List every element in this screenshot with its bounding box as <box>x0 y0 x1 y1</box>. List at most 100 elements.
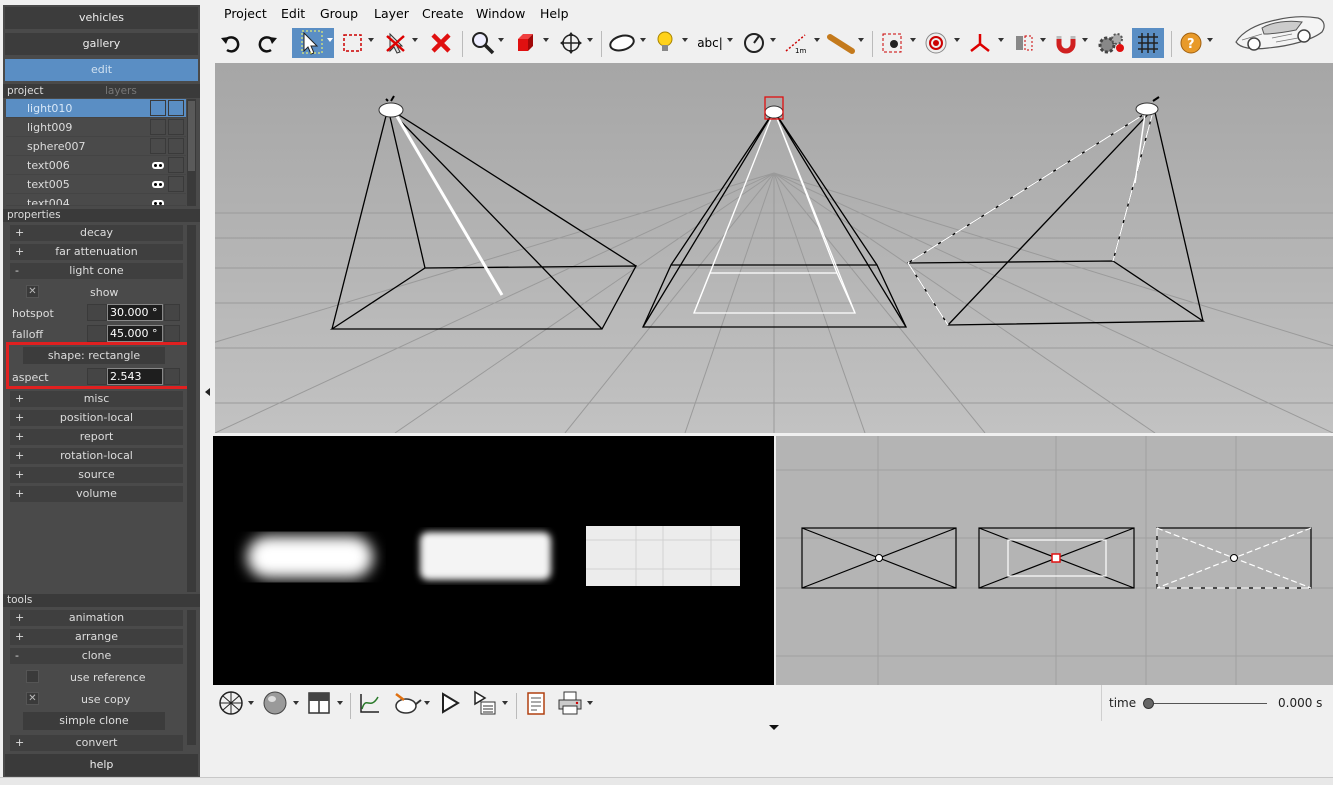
play-icon[interactable] <box>437 688 463 718</box>
tools-header: tools <box>3 594 200 607</box>
section-position-local[interactable]: + position-local <box>10 410 183 426</box>
hotspot-spinner[interactable] <box>164 304 180 321</box>
grid-icon[interactable] <box>1132 28 1164 58</box>
shaded-sphere-icon[interactable] <box>261 688 289 718</box>
use-copy-checkbox[interactable]: ✕ <box>26 692 39 705</box>
ellipse-icon[interactable] <box>608 28 638 58</box>
section-clone[interactable]: - clone <box>10 648 183 664</box>
render-preview[interactable] <box>213 436 774 685</box>
falloff-field[interactable]: 45.000 ° <box>107 325 163 342</box>
section-report[interactable]: + report <box>10 429 183 445</box>
highlight-box <box>6 342 192 389</box>
measure-icon[interactable]: 1m <box>783 28 811 58</box>
section-light-cone[interactable]: - light cone <box>10 263 183 279</box>
cube-icon[interactable] <box>513 28 539 58</box>
move-icon[interactable] <box>558 28 584 58</box>
mirror-icon[interactable] <box>1011 28 1037 58</box>
delete-icon[interactable] <box>428 28 454 58</box>
show-checkbox[interactable]: ✕ <box>26 285 39 298</box>
object-list-scrollbar[interactable] <box>187 99 196 206</box>
text-tool-icon[interactable]: abc| <box>694 28 726 58</box>
properties-scrollbar[interactable] <box>187 225 196 592</box>
expand-panel-arrow[interactable] <box>769 725 779 730</box>
status-strip <box>0 777 1333 785</box>
falloff-spinner[interactable] <box>164 325 180 342</box>
object-row-light010[interactable]: light010 <box>6 99 186 118</box>
select-tool-icon[interactable] <box>292 28 334 58</box>
project-tabs: project layers <box>3 84 200 98</box>
bottom-toolbar: time 0.000 s <box>213 685 1333 730</box>
section-convert[interactable]: + convert <box>10 735 183 751</box>
print-icon[interactable] <box>556 688 584 718</box>
axis-icon[interactable] <box>967 28 993 58</box>
section-volume[interactable]: + volume <box>10 486 183 502</box>
settings-gears-icon[interactable] <box>1096 28 1126 58</box>
camera-icon[interactable] <box>880 28 906 58</box>
redo-icon[interactable] <box>254 28 280 58</box>
wireframe-sphere-icon[interactable] <box>217 688 245 718</box>
time-slider-handle[interactable] <box>1143 698 1154 709</box>
deselect-icon[interactable] <box>384 28 408 58</box>
object-name: text004 <box>27 197 70 206</box>
section-rotation-local[interactable]: + rotation-local <box>10 448 183 464</box>
zoom-icon[interactable] <box>470 28 496 58</box>
use-copy-label: use copy <box>81 693 131 706</box>
use-reference-label: use reference <box>70 671 146 684</box>
collapse-panel-arrow[interactable] <box>205 388 210 396</box>
tab-project[interactable]: project <box>3 84 101 98</box>
marquee-select-icon[interactable] <box>342 28 364 58</box>
perspective-viewport[interactable] <box>215 63 1333 433</box>
menu-group[interactable]: Group <box>320 6 358 22</box>
record-icon[interactable] <box>923 28 949 58</box>
time-slider-track[interactable] <box>1149 703 1267 704</box>
menu-layer[interactable]: Layer <box>374 6 409 22</box>
menu-edit[interactable]: Edit <box>281 6 305 22</box>
vehicles-button[interactable]: vehicles <box>5 7 198 29</box>
show-label: show <box>90 286 119 299</box>
play-list-icon[interactable] <box>471 688 499 718</box>
light-bulb-icon[interactable] <box>652 28 678 58</box>
hidden-icon[interactable] <box>152 181 164 188</box>
object-row-text005[interactable]: text005 <box>6 175 186 194</box>
section-source[interactable]: + source <box>10 467 183 483</box>
hidden-icon[interactable] <box>152 162 164 169</box>
object-name: text005 <box>27 178 70 191</box>
tools-scrollbar[interactable] <box>187 610 196 745</box>
layout-icon[interactable] <box>306 688 332 718</box>
falloff-label: falloff <box>12 328 44 341</box>
section-far-attenuation[interactable]: + far attenuation <box>10 244 183 260</box>
undo-icon[interactable] <box>218 28 244 58</box>
menu-create[interactable]: Create <box>422 6 464 22</box>
hotspot-field[interactable]: 30.000 ° <box>107 304 163 321</box>
tape-icon[interactable] <box>826 28 856 58</box>
object-name: sphere007 <box>27 140 86 153</box>
object-row-text004[interactable]: text004 <box>6 194 186 206</box>
object-row-sphere007[interactable]: sphere007 <box>6 137 186 156</box>
object-name: light010 <box>27 102 73 115</box>
section-misc[interactable]: + misc <box>10 391 183 407</box>
main-toolbar: abc| 1m ? <box>210 26 1220 62</box>
time-value: 0.000 s <box>1278 696 1323 710</box>
menu-help[interactable]: Help <box>540 6 569 22</box>
simple-clone-button[interactable]: simple clone <box>23 712 165 730</box>
section-decay[interactable]: + decay <box>10 225 183 241</box>
curve-graph-icon[interactable] <box>357 688 383 718</box>
help-button[interactable]: help <box>5 754 198 776</box>
notes-icon[interactable] <box>524 688 548 718</box>
menu-project[interactable]: Project <box>224 6 267 22</box>
edit-button[interactable]: edit <box>5 59 198 81</box>
use-reference-checkbox[interactable] <box>26 670 39 683</box>
dimension-icon[interactable] <box>741 28 767 58</box>
top-viewport[interactable] <box>776 436 1333 685</box>
object-row-text006[interactable]: text006 <box>6 156 186 175</box>
hidden-icon[interactable] <box>152 200 164 205</box>
menu-window[interactable]: Window <box>476 6 525 22</box>
gallery-button[interactable]: gallery <box>5 33 198 55</box>
section-animation[interactable]: + animation <box>10 610 183 626</box>
magnet-icon[interactable] <box>1053 28 1079 58</box>
teapot-render-icon[interactable] <box>391 688 423 718</box>
object-row-light009[interactable]: light009 <box>6 118 186 137</box>
tab-layers[interactable]: layers <box>101 84 200 98</box>
section-arrange[interactable]: + arrange <box>10 629 183 645</box>
help-icon[interactable]: ? <box>1178 28 1204 58</box>
